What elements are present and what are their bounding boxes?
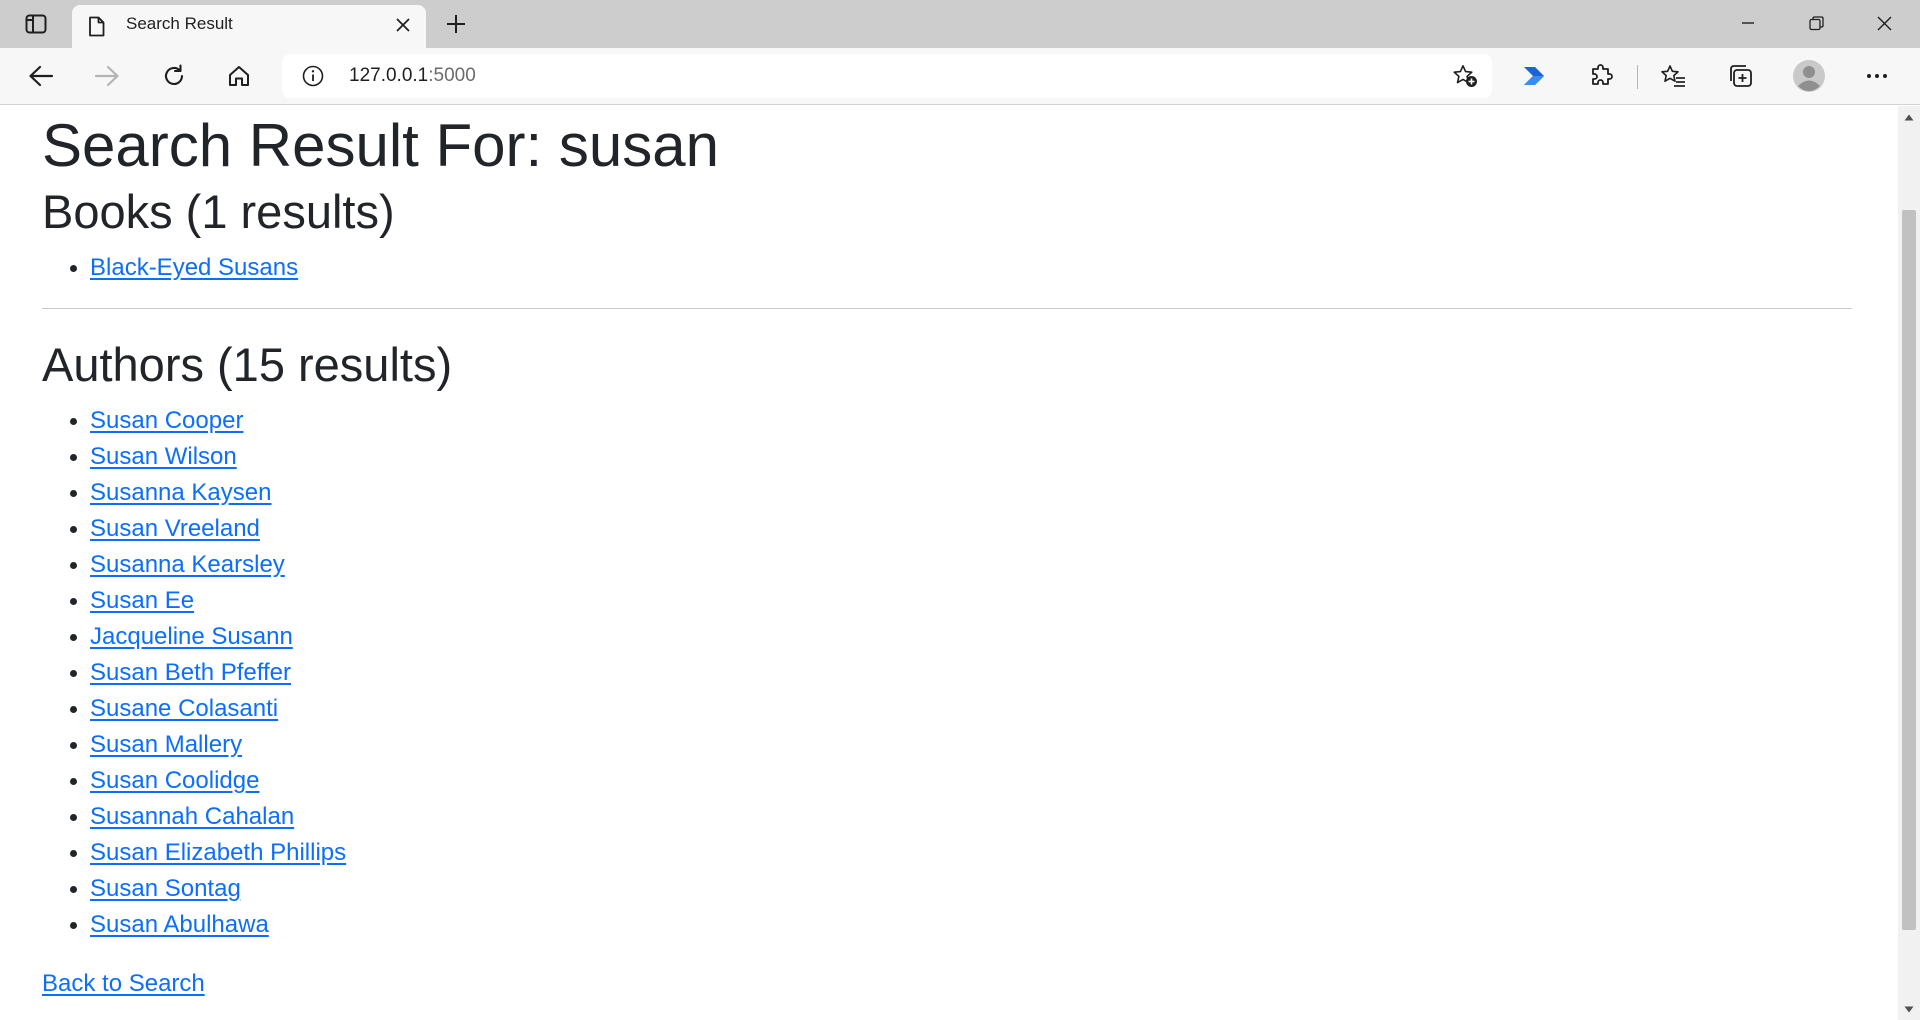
book-list-item: Black-Eyed Susans (90, 250, 1854, 286)
collections-button[interactable] (1722, 58, 1760, 94)
tab-actions-button[interactable] (18, 10, 54, 38)
author-link[interactable]: Jacqueline Susann (90, 623, 293, 650)
profile-button[interactable] (1790, 58, 1828, 94)
author-list-item: Susanna Kaysen (90, 475, 1854, 511)
collections-icon (1730, 65, 1752, 87)
author-list-item: Susan Ee (90, 583, 1854, 619)
favorites-button[interactable] (1654, 58, 1692, 94)
copilot-button[interactable] (1516, 58, 1554, 94)
puzzle-icon (1592, 64, 1613, 85)
close-icon (396, 18, 410, 32)
author-link[interactable]: Susanna Kaysen (90, 479, 271, 506)
page-viewport: Search Result For: susan Books (1 result… (0, 106, 1898, 1020)
chevron-logo-icon (1524, 67, 1544, 85)
author-link[interactable]: Susan Vreeland (90, 515, 260, 542)
authors-list: Susan Cooper Susan Wilson Susanna Kaysen… (42, 403, 1854, 943)
window-close-button[interactable] (1852, 0, 1916, 46)
refresh-icon (164, 64, 184, 85)
tab-actions-icon (25, 14, 47, 34)
arrow-left-icon (29, 65, 54, 87)
address-bar[interactable]: 127.0.0.1:5000 (282, 54, 1492, 98)
forward-button[interactable] (88, 58, 126, 94)
home-icon (229, 66, 249, 86)
book-link[interactable]: Black-Eyed Susans (90, 254, 298, 281)
tab-close-button[interactable] (392, 14, 414, 36)
window-close-icon (1877, 16, 1891, 30)
home-button[interactable] (220, 58, 258, 94)
page-content: Search Result For: susan Books (1 result… (42, 106, 1854, 1001)
author-link[interactable]: Susan Ee (90, 587, 194, 614)
avatar-icon (1793, 60, 1825, 92)
triangle-down-icon (1904, 1006, 1914, 1012)
author-list-item: Susan Sontag (90, 871, 1854, 907)
author-link[interactable]: Susanna Kearsley (90, 551, 285, 578)
author-list-item: Susan Vreeland (90, 511, 1854, 547)
back-to-search-link[interactable]: Back to Search (42, 970, 205, 997)
author-list-item: Susan Coolidge (90, 763, 1854, 799)
back-button[interactable] (22, 58, 60, 94)
books-heading: Books (1 results) (42, 185, 395, 238)
author-list-item: Jacqueline Susann (90, 619, 1854, 655)
url-text: 127.0.0.1:5000 (349, 54, 476, 98)
new-tab-button[interactable] (440, 9, 472, 39)
author-list-item: Susannah Cahalan (90, 799, 1854, 835)
url-port: :5000 (428, 65, 476, 86)
triangle-up-icon (1904, 114, 1914, 120)
back-link-container: Back to Search (42, 967, 1854, 1001)
author-list-item: Susanna Kearsley (90, 547, 1854, 583)
author-list-item: Susan Wilson (90, 439, 1854, 475)
author-list-item: Susan Cooper (90, 403, 1854, 439)
author-link[interactable]: Susan Elizabeth Phillips (90, 839, 346, 866)
scroll-down-button[interactable] (1898, 998, 1920, 1020)
page-icon (89, 16, 105, 37)
page-title: Search Result For: susan (42, 112, 719, 179)
author-list-item: Susan Elizabeth Phillips (90, 835, 1854, 871)
authors-heading: Authors (15 results) (42, 338, 453, 391)
plus-icon (447, 15, 465, 33)
add-favorite-icon[interactable] (1452, 64, 1478, 88)
page-scrollbar[interactable] (1898, 106, 1920, 1020)
author-link[interactable]: Susan Mallery (90, 731, 242, 758)
author-link[interactable]: Susannah Cahalan (90, 803, 294, 830)
browser-tab-strip: Search Result (0, 0, 1920, 48)
author-link[interactable]: Susane Colasanti (90, 695, 278, 722)
minimize-button[interactable] (1716, 0, 1780, 46)
author-link[interactable]: Susan Sontag (90, 875, 241, 902)
author-list-item: Susan Mallery (90, 727, 1854, 763)
info-icon[interactable] (302, 65, 324, 87)
scroll-thumb[interactable] (1902, 210, 1916, 930)
favorites-list-icon (1661, 65, 1685, 87)
section-divider (42, 308, 1852, 309)
scroll-up-button[interactable] (1898, 106, 1920, 128)
author-link[interactable]: Susan Cooper (90, 407, 243, 434)
tab-title: Search Result (126, 14, 233, 33)
settings-more-button[interactable] (1858, 58, 1896, 94)
author-list-item: Susane Colasanti (90, 691, 1854, 727)
author-link[interactable]: Susan Coolidge (90, 767, 259, 794)
refresh-button[interactable] (155, 58, 193, 94)
browser-toolbar: 127.0.0.1:5000 (0, 48, 1920, 105)
more-dots-icon (1867, 74, 1887, 78)
restore-button[interactable] (1784, 0, 1848, 46)
author-link[interactable]: Susan Beth Pfeffer (90, 659, 291, 686)
minimize-icon (1742, 22, 1754, 24)
url-host: 127.0.0.1 (349, 65, 429, 86)
author-link[interactable]: Susan Abulhawa (90, 911, 269, 938)
books-list: Black-Eyed Susans (42, 250, 1854, 286)
author-list-item: Susan Abulhawa (90, 907, 1854, 943)
author-link[interactable]: Susan Wilson (90, 443, 237, 470)
restore-icon (1808, 15, 1824, 30)
arrow-right-icon (94, 65, 119, 87)
active-tab[interactable]: Search Result (72, 5, 426, 48)
author-list-item: Susan Beth Pfeffer (90, 655, 1854, 691)
toolbar-separator (1637, 65, 1638, 89)
extensions-button[interactable] (1582, 58, 1620, 94)
